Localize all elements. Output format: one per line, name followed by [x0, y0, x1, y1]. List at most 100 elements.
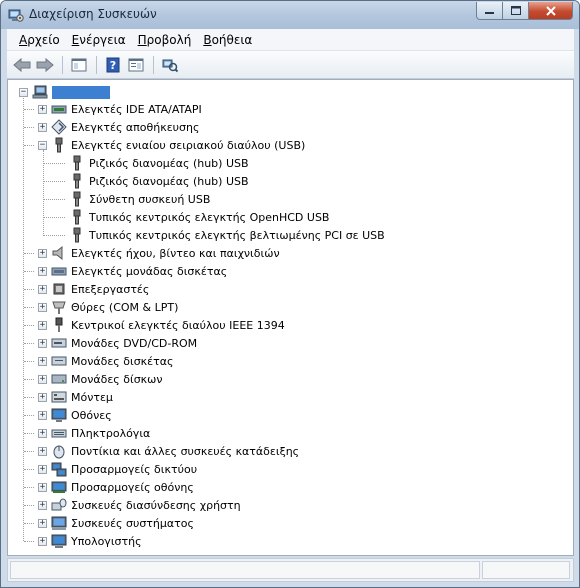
properties-button[interactable]: [125, 54, 147, 76]
tree-category-label[interactable]: Θύρες (COM & LPT): [71, 301, 178, 314]
device-manager-icon: [8, 9, 24, 22]
tree-guide-line: [24, 145, 34, 146]
tree-device-label[interactable]: Ριζικός διανομέας (hub) USB: [89, 157, 249, 170]
minimize-button[interactable]: [476, 2, 503, 20]
floppy-controller-icon: [51, 267, 67, 276]
tree-category-label[interactable]: Ελεγκτές ήχου, βίντεο και παιχνιδιών: [71, 247, 280, 260]
tree-guide-line: [24, 325, 34, 326]
tree-expander[interactable]: +: [38, 447, 47, 456]
back-icon: [13, 57, 31, 72]
tree-expander[interactable]: +: [38, 249, 47, 258]
tree-expander[interactable]: +: [38, 339, 47, 348]
toolbar-separator: [153, 55, 154, 74]
tree-guide-line: [24, 397, 34, 398]
tree-device-label[interactable]: Τυπικός κεντρικός ελεγκτής OpenHCD USB: [89, 211, 329, 224]
tree-expander[interactable]: +: [38, 393, 47, 402]
dvd-drive-icon: [51, 338, 67, 348]
device-manager-window: Διαχείριση Συσκευών Αρχείο Ενέργεια Προβ…: [0, 0, 580, 588]
tree-guide-line: [43, 235, 65, 236]
show-hide-tree-button[interactable]: [68, 54, 90, 76]
tree-category-label[interactable]: Ελεγκτές αποθήκευσης: [71, 121, 199, 134]
tree-expander[interactable]: +: [38, 429, 47, 438]
tree-guide-line: [24, 505, 34, 506]
tree-category-label[interactable]: Ελεγκτές IDE ATA/ATAPI: [71, 103, 202, 116]
menu-file[interactable]: Αρχείο: [13, 33, 66, 47]
window-title: Διαχείριση Συσκευών: [29, 7, 157, 21]
tree-expander[interactable]: −: [38, 141, 47, 150]
menu-action[interactable]: Ενέργεια: [66, 33, 132, 47]
tree-category-label[interactable]: Ποντίκια και άλλες συσκευές κατάδειξης: [71, 445, 299, 458]
tree-expander-root[interactable]: −: [19, 88, 28, 97]
device-tree[interactable]: − + Ελεγκτές IDE ATA/ATAPI + Ελεγκτές αποθή…: [7, 79, 574, 556]
close-icon: [545, 5, 556, 16]
tree-category-label[interactable]: Συσκευές διασύνδεσης χρήστη: [71, 499, 241, 512]
back-button[interactable]: [11, 54, 33, 76]
tree-expander[interactable]: +: [38, 501, 47, 510]
tree-category-label[interactable]: Οθόνες: [71, 409, 112, 422]
tree-device-label[interactable]: Σύνθετη συσκευή USB: [89, 193, 210, 206]
usb-icon: [73, 227, 81, 243]
usb-icon: [73, 173, 81, 189]
tree-expander[interactable]: +: [38, 357, 47, 366]
tree-category-label[interactable]: Μονάδες δίσκων: [71, 373, 163, 386]
window-controls: [476, 2, 573, 22]
tree-guide-line: [24, 253, 34, 254]
tree-device-label[interactable]: Τυπικός κεντρικός ελεγκτής βελτιωμένης P…: [89, 229, 385, 242]
scan-hardware-button[interactable]: [159, 54, 181, 76]
status-bar: [7, 558, 574, 582]
modem-icon: [51, 391, 67, 403]
tree-expander[interactable]: +: [38, 537, 47, 546]
show-hide-tree-icon: [71, 58, 87, 71]
tree-category-label[interactable]: Πληκτρολόγια: [71, 427, 150, 440]
tree-category-label[interactable]: Μόντεμ: [71, 391, 113, 404]
tree-expander[interactable]: +: [38, 123, 47, 132]
tree-guide-line: [43, 217, 65, 218]
network-adapter-icon: [51, 462, 67, 477]
maximize-button[interactable]: [503, 2, 529, 20]
tree-expander[interactable]: +: [38, 321, 47, 330]
tree-category-label[interactable]: Προσαρμογείς οθόνης: [71, 481, 194, 494]
tree-guide-line: [43, 163, 65, 164]
menu-help[interactable]: Βοήθεια: [197, 33, 258, 47]
tree-expander[interactable]: +: [38, 303, 47, 312]
tree-device-label[interactable]: Ριζικός διανομέας (hub) USB: [89, 175, 249, 188]
tree-guide-line: [24, 379, 34, 380]
close-button[interactable]: [529, 2, 573, 20]
tree-category-label[interactable]: Μονάδες δισκέτας: [71, 355, 173, 368]
toolbar-separator: [96, 55, 97, 74]
toolbar-separator: [62, 55, 63, 74]
tree-guide-line: [24, 487, 34, 488]
tree-guide-line: [24, 343, 34, 344]
menu-bar: Αρχείο Ενέργεια Προβολή Βοήθεια: [7, 29, 574, 51]
tree-expander[interactable]: +: [38, 519, 47, 528]
tree-expander[interactable]: +: [38, 411, 47, 420]
tree-category-label[interactable]: Συσκευές συστήματος: [71, 517, 194, 530]
help-button[interactable]: ?: [102, 54, 124, 76]
status-cell-secondary: [482, 561, 570, 579]
title-bar[interactable]: Διαχείριση Συσκευών: [1, 1, 579, 29]
tree-guide-line: [24, 469, 34, 470]
floppy-drive-icon: [51, 356, 67, 366]
tree-category-label[interactable]: Προσαρμογείς δικτύου: [71, 463, 197, 476]
tree-guide-line: [24, 451, 34, 452]
forward-button[interactable]: [34, 54, 56, 76]
tree-expander[interactable]: +: [38, 285, 47, 294]
tree-expander[interactable]: +: [38, 267, 47, 276]
tree-guide-line: [24, 361, 34, 362]
monitor-icon: [51, 408, 67, 422]
tree-expander[interactable]: +: [38, 483, 47, 492]
tree-guide-line: [24, 541, 34, 542]
tree-category-label[interactable]: Μονάδες DVD/CD-ROM: [71, 337, 197, 350]
tree-root-label[interactable]: [52, 86, 110, 99]
menu-view[interactable]: Προβολή: [132, 33, 198, 47]
tree-category-label[interactable]: Ελεγκτές μονάδας δισκέτας: [71, 265, 227, 278]
storage-controller-icon: [51, 119, 67, 135]
svg-text:?: ?: [110, 59, 116, 72]
tree-category-label[interactable]: Υπολογιστής: [71, 535, 142, 548]
tree-category-label[interactable]: Κεντρικοί ελεγκτές διαύλου IEEE 1394: [71, 319, 285, 332]
tree-expander[interactable]: +: [38, 105, 47, 114]
tree-expander[interactable]: +: [38, 465, 47, 474]
tree-expander[interactable]: +: [38, 375, 47, 384]
tree-category-label[interactable]: Επεξεργαστές: [71, 283, 149, 296]
tree-category-label[interactable]: Ελεγκτές ενιαίου σειριακού διαύλου (USB): [71, 139, 305, 152]
